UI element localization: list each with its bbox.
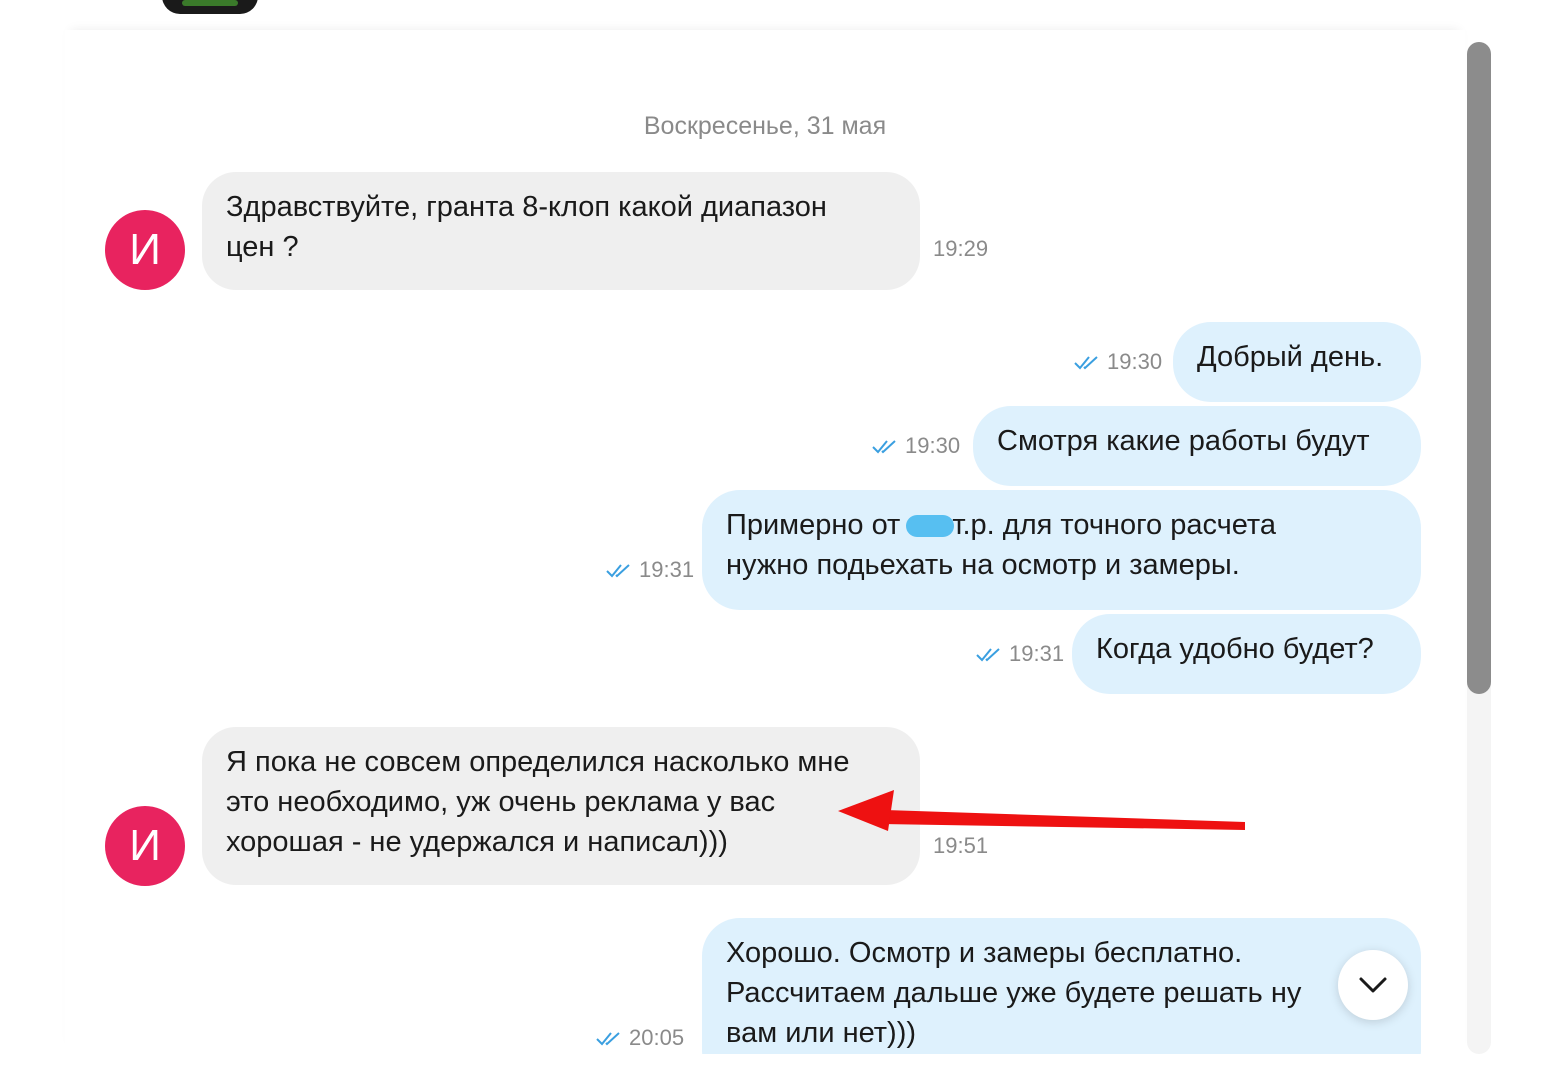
message-text-line: Примерно от т.р. для точного расчета	[726, 505, 1397, 545]
message-time-text: 19:30	[905, 433, 961, 458]
double-check-icon	[606, 564, 630, 578]
message-list[interactable]: Воскресенье, 31 мая И Здравствуйте, гран…	[65, 30, 1465, 1054]
double-check-icon	[976, 648, 1000, 662]
date-separator: Воскресенье, 31 мая	[643, 112, 887, 140]
message-meta: 19:30	[1073, 349, 1162, 375]
message-text-line: цен ?	[226, 231, 299, 263]
message-text-line: Я пока не совсем определился насколько м…	[226, 746, 850, 778]
double-check-icon	[596, 1032, 620, 1046]
message-text-line: Когда удобно будет?	[1096, 633, 1374, 665]
message-meta: 19:30	[871, 433, 960, 459]
scrollbar-thumb[interactable]	[1467, 42, 1491, 694]
message-time-text: 19:31	[1009, 641, 1065, 666]
message-text-line: хорошая - не удержался и написал)))	[226, 826, 728, 858]
sender-avatar[interactable]: И	[105, 806, 185, 886]
censored-amount-scribble	[906, 515, 955, 537]
message-text-line: Здравствуйте, гранта 8-клоп какой диапаз…	[226, 191, 827, 223]
chat-header	[0, 0, 1555, 30]
message-bubble-outgoing[interactable]: Добрый день.	[1173, 322, 1421, 402]
contact-avatar-thumbnail[interactable]	[162, 0, 258, 14]
message-bubble-outgoing[interactable]: Примерно от т.р. для точного расчета нуж…	[702, 490, 1421, 610]
message-bubble-incoming[interactable]: Я пока не совсем определился насколько м…	[202, 727, 920, 885]
message-time-text: 19:29	[933, 236, 989, 261]
message-time-text: 20:05	[629, 1025, 685, 1050]
message-text-line: Рассчитаем дальше уже будете решать ну	[726, 977, 1302, 1009]
message-bubble-outgoing[interactable]: Хорошо. Осмотр и замеры бесплатно. Рассч…	[702, 918, 1421, 1054]
message-time: 19:29	[933, 236, 988, 262]
message-text-line: Добрый день.	[1197, 341, 1384, 373]
bottom-edge	[0, 1054, 1555, 1072]
message-meta: 19:31	[605, 557, 694, 583]
scroll-to-bottom-button[interactable]	[1338, 950, 1408, 1020]
message-meta: 19:31	[975, 641, 1064, 667]
message-text-line: вам или нет)))	[726, 1017, 917, 1049]
message-text-line: Смотря какие работы будут	[997, 425, 1370, 457]
message-time-text: 19:31	[639, 557, 695, 582]
message-time: 19:51	[933, 833, 988, 859]
message-text-line: Хорошо. Осмотр и замеры бесплатно.	[726, 937, 1243, 969]
sender-avatar[interactable]: И	[105, 210, 185, 290]
message-text-line: нужно подьехать на осмотр и замеры.	[726, 549, 1240, 581]
message-time-text: 19:51	[933, 833, 989, 858]
message-text-line: это необходимо, уж очень реклама у вас	[226, 786, 776, 818]
message-bubble-incoming[interactable]: Здравствуйте, гранта 8-клоп какой диапаз…	[202, 172, 920, 290]
message-bubble-outgoing[interactable]: Смотря какие работы будут	[973, 406, 1421, 486]
message-text-fragment: Примерно от	[726, 509, 901, 541]
message-time-text: 19:30	[1107, 349, 1163, 374]
message-meta: 20:05	[595, 1025, 684, 1051]
message-text-fragment: т.р. для точного расчета	[952, 509, 1276, 541]
message-bubble-outgoing[interactable]: Когда удобно будет?	[1072, 614, 1421, 694]
chevron-down-icon	[1359, 977, 1387, 993]
double-check-icon	[872, 440, 896, 454]
double-check-icon	[1074, 356, 1098, 370]
